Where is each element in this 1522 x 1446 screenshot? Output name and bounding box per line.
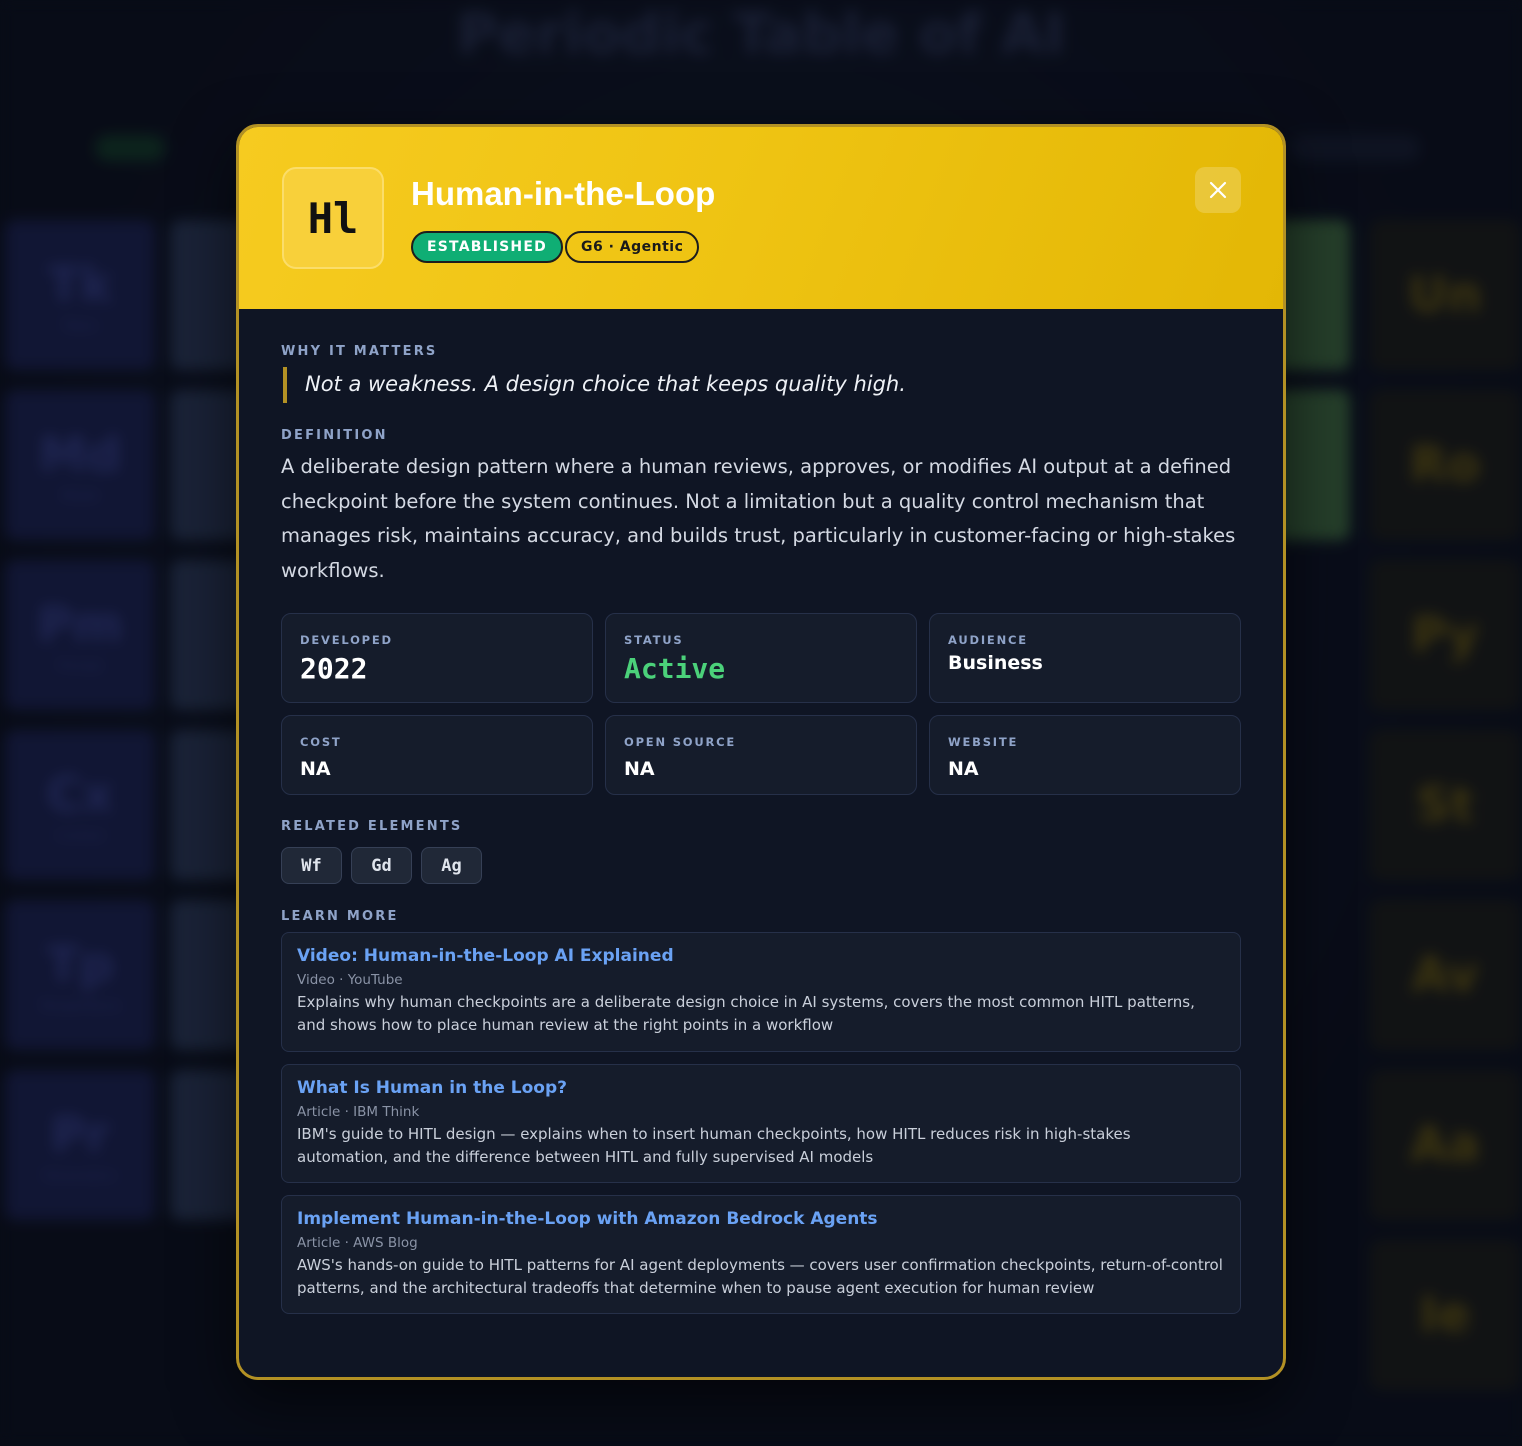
related-elements-label: RELATED ELEMENTS: [281, 819, 463, 834]
related-element-chip[interactable]: Wf: [281, 847, 342, 884]
stat-status: STATUS Active: [605, 613, 917, 703]
stat-value: 2022: [300, 652, 368, 685]
stat-label: AUDIENCE: [948, 633, 1028, 647]
stat-value: NA: [948, 758, 979, 780]
stat-label: WEBSITE: [948, 735, 1019, 749]
stat-developed: DEVELOPED 2022: [281, 613, 593, 703]
resource-card[interactable]: Video: Human-in-the-Loop AI Explained Vi…: [281, 932, 1241, 1052]
stat-label: STATUS: [624, 633, 684, 647]
modal-header: Hl Human-in-the-Loop ESTABLISHED G6 · Ag…: [239, 127, 1283, 309]
stat-value: NA: [300, 758, 331, 780]
maturity-badge: ESTABLISHED: [411, 231, 563, 263]
definition-label: DEFINITION: [281, 428, 388, 443]
stat-audience: AUDIENCE Business: [929, 613, 1241, 703]
resource-description: IBM's guide to HITL design — explains wh…: [297, 1125, 1131, 1166]
element-detail-modal: Hl Human-in-the-Loop ESTABLISHED G6 · Ag…: [236, 124, 1286, 1380]
resource-meta: Video · YouTube: [297, 972, 403, 988]
resource-card[interactable]: Implement Human-in-the-Loop with Amazon …: [281, 1195, 1241, 1314]
element-title: Human-in-the-Loop: [411, 175, 716, 212]
related-element-chip[interactable]: Ag: [421, 847, 482, 884]
stat-value: Business: [948, 652, 1043, 674]
resource-description: AWS's hands-on guide to HITL patterns fo…: [297, 1256, 1223, 1297]
learn-more-label: LEARN MORE: [281, 909, 399, 924]
resource-link[interactable]: What Is Human in the Loop?: [297, 1076, 1225, 1100]
why-it-matters-label: WHY IT MATTERS: [281, 344, 438, 359]
stat-value: NA: [624, 758, 655, 780]
group-badge: G6 · Agentic: [565, 231, 700, 263]
stat-label: DEVELOPED: [300, 633, 393, 647]
stat-website: WEBSITE NA: [929, 715, 1241, 795]
stat-cost: COST NA: [281, 715, 593, 795]
resource-link[interactable]: Implement Human-in-the-Loop with Amazon …: [297, 1207, 1225, 1231]
why-it-matters-quote: Not a weakness. A design choice that kee…: [283, 367, 983, 403]
resource-meta: Article · AWS Blog: [297, 1235, 418, 1251]
close-icon: [1209, 181, 1227, 199]
close-button[interactable]: [1195, 167, 1241, 213]
resource-meta: Article · IBM Think: [297, 1104, 420, 1120]
definition-text: A deliberate design pattern where a huma…: [281, 455, 1236, 582]
stat-label: COST: [300, 735, 342, 749]
related-element-chip[interactable]: Gd: [351, 847, 412, 884]
resource-card[interactable]: What Is Human in the Loop? Article · IBM…: [281, 1064, 1241, 1183]
resource-description: Explains why human checkpoints are a del…: [297, 993, 1195, 1034]
stat-value: Active: [624, 652, 726, 685]
stat-label: OPEN SOURCE: [624, 735, 737, 749]
stat-open-source: OPEN SOURCE NA: [605, 715, 917, 795]
element-symbol: Hl: [282, 167, 384, 269]
resource-link[interactable]: Video: Human-in-the-Loop AI Explained: [297, 944, 1225, 968]
